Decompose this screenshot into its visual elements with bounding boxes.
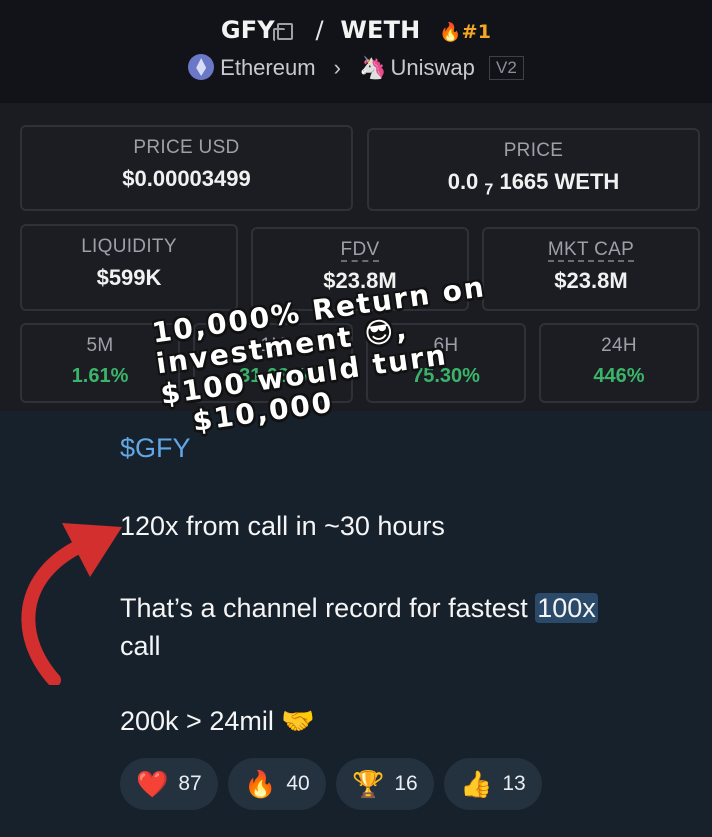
liquidity-label: LIQUIDITY xyxy=(81,236,177,257)
rank-label: #1 xyxy=(461,21,492,43)
message-line: 120x from call in ~30 hours xyxy=(120,511,445,541)
reaction-count: 40 xyxy=(286,772,310,795)
message-text: call xyxy=(120,631,161,661)
heart-icon: ❤️ xyxy=(136,768,169,799)
base-token: GFY xyxy=(220,16,275,44)
mktcap-label-text: MKT CAP xyxy=(547,239,635,262)
version-badge: V2 xyxy=(489,56,524,80)
highlighted-text: 100x xyxy=(535,593,598,623)
message-text: That’s a channel record for fastest xyxy=(120,593,536,623)
change-label: 24H xyxy=(601,335,637,356)
price-zero-count: 7 xyxy=(484,181,494,199)
trophy-icon: 🏆 xyxy=(352,768,385,799)
pair-title: GFY / WETH 🔥#1 xyxy=(0,16,712,44)
reaction-fire[interactable]: 🔥 40 xyxy=(228,758,326,810)
quote-token: WETH xyxy=(340,16,421,44)
price-native-card: PRICE 0.0 7 1665 WETH xyxy=(367,128,700,211)
price-usd-label: PRICE USD xyxy=(133,137,240,158)
reaction-thumbs-up[interactable]: 👍 13 xyxy=(444,758,542,810)
reaction-count: 16 xyxy=(394,772,418,795)
pair-separator: / xyxy=(315,16,324,44)
price-rest: 1665 WETH xyxy=(499,169,620,194)
dex-link[interactable]: Uniswap xyxy=(391,55,475,80)
unicorn-icon: 🦄 xyxy=(359,55,387,80)
fire-icon: 🔥 xyxy=(244,768,277,799)
price-usd-card: PRICE USD $0.00003499 xyxy=(20,125,353,211)
change-value: 1.61% xyxy=(71,365,129,387)
trending-rank[interactable]: 🔥#1 xyxy=(439,21,491,43)
thumbs-up-icon: 👍 xyxy=(460,768,493,799)
chevron-right-icon: › xyxy=(333,55,341,80)
fdv-label: FDV xyxy=(253,239,467,262)
price-usd-value: $0.00003499 xyxy=(122,166,251,191)
reaction-count: 87 xyxy=(178,772,202,795)
chain-breadcrumb: Ethereum › 🦄 Uniswap V2 xyxy=(0,54,712,81)
chain-link[interactable]: Ethereum xyxy=(220,55,315,80)
pair-header: GFY / WETH 🔥#1 Ethereum › 🦄 Uniswap V2 xyxy=(0,0,712,103)
price-native-value: 0.0 7 1665 WETH xyxy=(369,169,698,199)
price-native-label: PRICE xyxy=(503,140,564,161)
price-prefix: 0.0 xyxy=(447,169,479,194)
ethereum-icon xyxy=(188,54,215,80)
message-line: That’s a channel record for fastest 100x… xyxy=(120,589,680,665)
reaction-trophy[interactable]: 🏆 16 xyxy=(336,758,434,810)
fdv-label-text: FDV xyxy=(340,239,380,262)
change-value: 446% xyxy=(593,365,645,387)
liquidity-value: $599K xyxy=(96,265,162,290)
reaction-heart[interactable]: ❤️ 87 xyxy=(120,758,218,810)
copy-icon[interactable] xyxy=(272,22,293,41)
curved-arrow-icon xyxy=(21,523,122,685)
flame-icon: 🔥 xyxy=(439,22,462,43)
message-line: 200k > 24mil 🤝 xyxy=(120,706,315,736)
liquidity-card: LIQUIDITY $599K xyxy=(20,224,238,311)
reaction-count: 13 xyxy=(502,772,526,795)
mktcap-label: MKT CAP xyxy=(484,239,698,262)
change-24h-tab[interactable]: 24H 446% xyxy=(539,323,699,403)
